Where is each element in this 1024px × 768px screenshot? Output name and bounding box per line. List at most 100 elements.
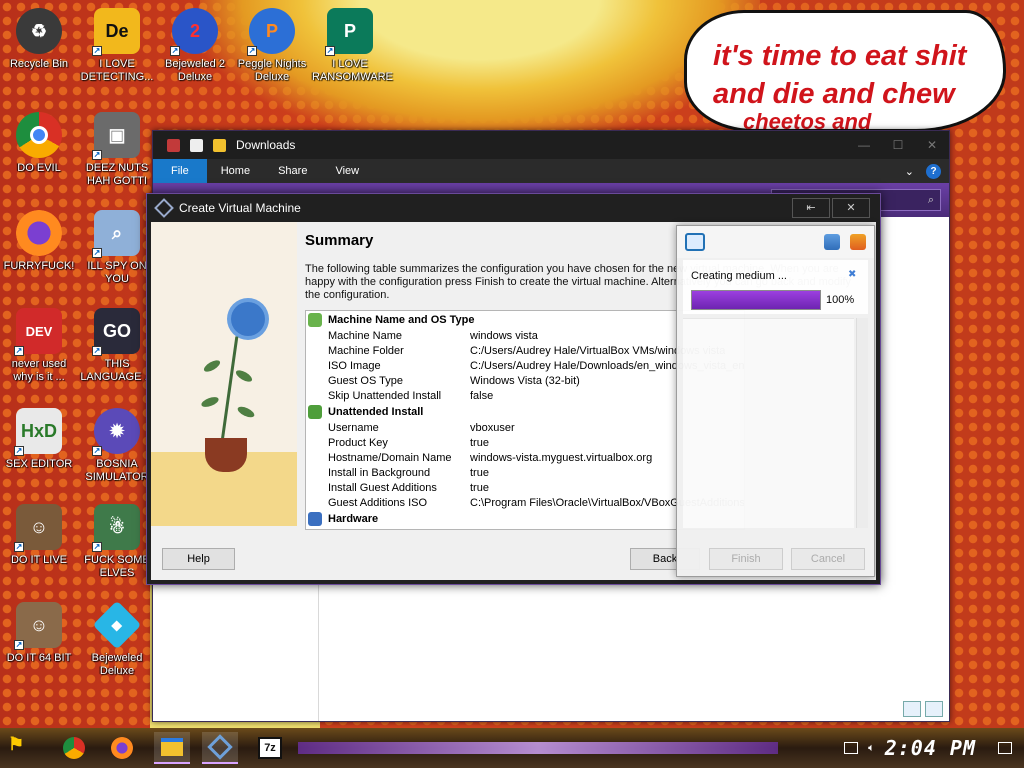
folder-icon[interactable] xyxy=(213,138,226,152)
hardware-icon xyxy=(308,511,322,526)
unattended-install-icon xyxy=(308,404,322,419)
row-key: Guest OS Type xyxy=(328,374,404,387)
start-icon: ⚑ xyxy=(8,734,25,754)
row-value: windows vista xyxy=(470,329,538,342)
firefox-icon xyxy=(111,737,133,759)
minimize-icon[interactable]: — xyxy=(847,138,881,152)
desktop-icon-peggle[interactable]: P ↗ Peggle Nights Deluxe xyxy=(234,8,310,84)
start-button[interactable]: ⚑ xyxy=(8,734,40,762)
scrollbar[interactable] xyxy=(856,318,868,528)
row-value: true xyxy=(470,466,489,479)
desktop-icon-recycle-bin[interactable]: ♻ Recycle Bin xyxy=(1,8,77,71)
desktop-icon-label: SEX EDITOR xyxy=(5,458,73,470)
flower-icon xyxy=(231,302,265,336)
desktop-icon-label: Recycle Bin xyxy=(9,58,69,70)
row-value: false xyxy=(470,389,494,402)
desktop-icon-label: DO IT 64 BIT xyxy=(6,652,72,664)
bubble-line-1: it's time to eat shit xyxy=(713,40,967,72)
chevron-down-icon[interactable]: ⌄ xyxy=(905,165,914,178)
windows-icon: ▣ ↗ xyxy=(92,112,140,160)
desktop-icon-furryfuck[interactable]: FURRYFUCK! xyxy=(1,210,77,273)
large-icons-view-icon[interactable] xyxy=(925,701,943,717)
details-view-icon[interactable] xyxy=(903,701,921,717)
desktop-icon-spy[interactable]: ⌕ ↗ ILL SPY ON YOU xyxy=(79,210,155,286)
desktop-icon-bosnia[interactable]: ✹ ↗ BOSNIA SIMULATOR xyxy=(79,408,155,484)
help-button[interactable]: Help xyxy=(162,548,235,570)
row-key: Skip Unattended Install xyxy=(328,389,442,402)
desktop-icon-label: DO IT LIVE xyxy=(10,554,68,566)
recycle-bin-icon: ♻ xyxy=(16,8,62,54)
desktop-icon-do-it-64[interactable]: ☺ ↗ DO IT 64 BIT xyxy=(1,602,77,665)
close-icon[interactable]: ✕ xyxy=(832,198,870,218)
row-key: Install Guest Additions xyxy=(328,481,437,494)
chrome-icon xyxy=(16,112,62,158)
virtualbox-icon xyxy=(207,734,233,760)
row-value: true xyxy=(470,481,489,494)
desktop-icon-label: BOSNIA SIMULATOR xyxy=(85,458,149,483)
taskbar-item-7zip[interactable]: 7z xyxy=(252,732,288,764)
desktop-icon-ransomware[interactable]: P ↗ I LOVE RANSOMWARE xyxy=(312,8,393,84)
row-value: Windows Vista (32-bit) xyxy=(470,374,580,387)
search-icon: ⌕ xyxy=(927,194,934,206)
tab-share[interactable]: Share xyxy=(264,159,321,183)
devcpp-icon: DEV ↗ xyxy=(14,308,62,356)
desktop-icon-de[interactable]: De ↗ I LOVE DETECTING... xyxy=(79,8,155,84)
properties-icon[interactable] xyxy=(190,138,203,152)
desktop-icon-deez-nuts[interactable]: ▣ ↗ DEEZ NUTS HAH GOTTI xyxy=(79,112,155,188)
volume-icon[interactable]: 🔈︎ xyxy=(868,742,875,755)
close-icon[interactable]: ✕ xyxy=(915,138,949,152)
desktop-icon-do-it-live[interactable]: ☺ ↗ DO IT LIVE xyxy=(1,504,77,567)
file-explorer-icon xyxy=(161,738,183,756)
desktop-icon-label: Bejeweled Deluxe xyxy=(91,652,143,677)
leaf-icon xyxy=(200,395,220,409)
tab-file[interactable]: File xyxy=(153,159,207,183)
taskbar-item-chrome[interactable] xyxy=(56,732,92,764)
portrait64-icon: ☺ ↗ xyxy=(14,602,62,650)
gem-icon: ◆ xyxy=(92,600,142,650)
message-icon[interactable] xyxy=(685,233,705,251)
restore-icon[interactable]: ⇤ xyxy=(792,198,830,218)
row-key: Machine Folder xyxy=(328,344,404,357)
cancel-button[interactable]: Cancel xyxy=(791,548,865,570)
desktop-icon-label: DEEZ NUTS HAH GOTTI xyxy=(85,162,149,187)
taskbar-item-firefox[interactable] xyxy=(104,732,140,764)
row-key: Install in Background xyxy=(328,466,431,479)
notifications-icon[interactable] xyxy=(998,742,1012,754)
taskbar-item-virtualbox[interactable] xyxy=(202,732,238,764)
dialog-titlebar[interactable]: Create Virtual Machine ⇤ ✕ xyxy=(147,194,880,222)
tab-home[interactable]: Home xyxy=(207,159,264,183)
desktop-icon-devcpp[interactable]: DEV ↗ never used why is it ... xyxy=(1,308,77,384)
notification-list[interactable] xyxy=(683,318,854,528)
clock[interactable]: 2:04 PM xyxy=(885,736,976,760)
desktop-icon-bejeweled2[interactable]: 2 ↗ Bejeweled 2 Deluxe xyxy=(157,8,233,84)
clear-all-icon[interactable] xyxy=(850,234,866,250)
row-key: Machine Name xyxy=(328,329,402,342)
notification-toolbar xyxy=(677,226,874,258)
sort-icon[interactable] xyxy=(824,234,840,250)
desktop-icon-hxd[interactable]: HxD ↗ SEX EDITOR xyxy=(1,408,77,471)
cancel-progress-icon[interactable]: ✖ xyxy=(848,270,858,280)
desktop-icon-elves[interactable]: ☃ ↗ FUCK SOME ELVES xyxy=(79,504,155,580)
network-icon[interactable] xyxy=(844,742,859,754)
explorer-titlebar[interactable]: Downloads — ☐ ✕ xyxy=(153,131,949,159)
tab-view[interactable]: View xyxy=(321,159,373,183)
hxd-icon: HxD ↗ xyxy=(14,408,62,456)
taskbar-item-file-explorer[interactable] xyxy=(154,732,190,764)
taskbar: ⚑ 7z 🔈︎ 2:04 PM xyxy=(0,728,1024,768)
peggle-icon: P ↗ xyxy=(247,8,295,56)
desktop-icon-do-evil[interactable]: DO EVIL xyxy=(1,112,77,175)
explorer-app-icon xyxy=(167,138,180,152)
row-value: windows-vista.myguest.virtualbox.org xyxy=(470,451,653,464)
publisher-icon: P ↗ xyxy=(325,8,373,56)
finish-button[interactable]: Finish xyxy=(709,548,783,570)
maximize-icon[interactable]: ☐ xyxy=(881,138,915,152)
row-key: Username xyxy=(328,421,379,434)
desktop-icon-go[interactable]: GO ↗ THIS LANGUAGE ... xyxy=(79,308,155,384)
7zip-icon: 7z xyxy=(258,737,282,759)
desktop-icon-label: ILL SPY ON YOU xyxy=(87,260,147,285)
wallpaper-speech-bubble: it's time to eat shit and die and chew c… xyxy=(684,10,1006,133)
go-icon: GO ↗ xyxy=(92,308,140,356)
help-icon[interactable]: ? xyxy=(926,163,941,179)
desktop-icon-bejeweled[interactable]: ◆ Bejeweled Deluxe xyxy=(79,600,155,678)
notification-center-panel[interactable]: Creating medium ... ✖ 100% Finish Cancel xyxy=(676,225,875,577)
